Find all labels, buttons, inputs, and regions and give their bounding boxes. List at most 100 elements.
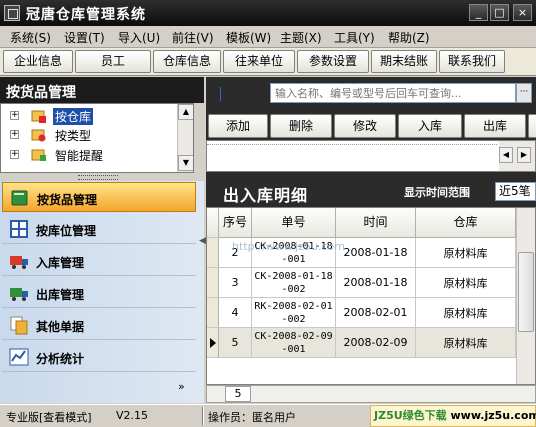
cell-warehouse: 原材料库 bbox=[416, 298, 516, 328]
collapse-panel-icon[interactable]: ◀ bbox=[199, 236, 207, 250]
book-icon bbox=[11, 190, 28, 206]
delete-button[interactable]: 删除 bbox=[270, 114, 332, 138]
table-scrollbar[interactable] bbox=[516, 208, 535, 384]
cell-warehouse: 原材料库 bbox=[416, 328, 516, 358]
goods-grid[interactable]: ◀ ▶ bbox=[206, 140, 536, 172]
menu-tools[interactable]: 工具(Y) bbox=[334, 29, 375, 46]
operator-status: 操作员：匿名用户 bbox=[208, 411, 296, 424]
nav-label: 分析统计 bbox=[36, 352, 85, 366]
warehouse-icon bbox=[31, 110, 46, 123]
menu-system[interactable]: 系统(S) bbox=[10, 29, 51, 46]
search-options-icon[interactable]: ··· bbox=[516, 83, 532, 103]
scroll-down-icon[interactable]: ▼ bbox=[178, 155, 193, 171]
window-title: 冠唐仓库管理系统 bbox=[26, 7, 146, 23]
cell-code: CK-2008-02-09 -001 bbox=[252, 328, 336, 358]
more-actions-button[interactable] bbox=[528, 114, 536, 138]
column-header-code[interactable]: 单号 bbox=[252, 208, 336, 238]
tree-item-smart-reminder[interactable]: + 智能提醒 bbox=[1, 146, 179, 164]
cell-no: 5 bbox=[219, 328, 252, 358]
expand-icon[interactable]: + bbox=[10, 150, 19, 159]
title-bar: 冠唐仓库管理系统 _ □ × bbox=[0, 0, 536, 26]
record-count: 5 bbox=[225, 386, 251, 402]
version-status: V2.15 bbox=[116, 409, 149, 422]
truck-in-icon bbox=[10, 256, 28, 269]
documents-icon bbox=[10, 316, 28, 335]
row-indicator bbox=[207, 298, 219, 328]
menu-import[interactable]: 导入(U) bbox=[118, 29, 160, 46]
menu-help[interactable]: 帮助(Z) bbox=[388, 29, 430, 46]
stock-movement-table: 序号 单号 时间 仓库 2 CK-2008-01-18 -001 2008-01-… bbox=[206, 207, 536, 385]
partners-button[interactable]: 往来单位 bbox=[223, 50, 295, 73]
edit-button[interactable]: 修改 bbox=[334, 114, 396, 138]
period-close-button[interactable]: 期末结账 bbox=[371, 50, 437, 73]
tree-item-by-warehouse[interactable]: + 按仓库 bbox=[1, 107, 179, 125]
search-bar: ··· bbox=[206, 77, 536, 109]
warehouse-info-button[interactable]: 仓库信息 bbox=[153, 50, 221, 73]
stock-in-button[interactable]: 入库 bbox=[398, 114, 462, 138]
time-range-select[interactable]: 近5笔 bbox=[495, 182, 536, 201]
tree-label: 智能提醒 bbox=[55, 149, 104, 163]
nav-label: 按库位管理 bbox=[36, 224, 97, 238]
cell-no: 3 bbox=[219, 268, 252, 298]
menu-bar: 系统(S) 设置(T) 导入(U) 前往(V) 模板(W) 主题(X) 工具(Y… bbox=[0, 26, 536, 48]
scrollbar-thumb[interactable] bbox=[518, 252, 534, 332]
nav-label: 按货品管理 bbox=[37, 193, 98, 207]
cell-no: 4 bbox=[219, 298, 252, 328]
cell-date: 2008-02-09 bbox=[336, 328, 416, 358]
row-indicator bbox=[207, 238, 219, 268]
scroll-up-icon[interactable]: ▲ bbox=[178, 104, 193, 120]
cell-warehouse: 原材料库 bbox=[416, 238, 516, 268]
column-header-no[interactable]: 序号 bbox=[219, 208, 252, 238]
minimize-button[interactable]: _ bbox=[469, 4, 488, 21]
panel-splitter[interactable] bbox=[0, 173, 204, 181]
nav-item-other-documents[interactable]: 其他单据 bbox=[2, 310, 196, 340]
menu-goto[interactable]: 前往(V) bbox=[172, 29, 214, 46]
app-icon bbox=[4, 5, 20, 21]
menu-template[interactable]: 模板(W) bbox=[226, 29, 271, 46]
nav-item-by-goods[interactable]: 按货品管理 bbox=[2, 182, 196, 212]
column-header-date[interactable]: 时间 bbox=[336, 208, 416, 238]
contact-us-button[interactable]: 联系我们 bbox=[439, 50, 505, 73]
current-row-arrow-icon bbox=[207, 328, 219, 358]
staff-button[interactable]: 员工 bbox=[75, 50, 151, 73]
cell-date: 2008-02-01 bbox=[336, 298, 416, 328]
header-indicator bbox=[207, 208, 219, 238]
cell-date: 2008-01-18 bbox=[336, 268, 416, 298]
menu-theme[interactable]: 主题(X) bbox=[280, 29, 322, 46]
add-button[interactable]: 添加 bbox=[208, 114, 268, 138]
nav-label: 入库管理 bbox=[36, 256, 85, 270]
download-watermark: JZ5U绿色下载 www.jz5u.com bbox=[370, 405, 536, 427]
tree-label: 按仓库 bbox=[53, 108, 94, 125]
chart-icon bbox=[9, 348, 29, 366]
edition-status: 专业版[查看模式] bbox=[6, 411, 92, 424]
stock-out-button[interactable]: 出库 bbox=[464, 114, 526, 138]
tree-item-by-type[interactable]: + 按类型 bbox=[1, 126, 179, 144]
cell-code: CK-2008-01-18 -002 bbox=[252, 268, 336, 298]
parameter-settings-button[interactable]: 参数设置 bbox=[297, 50, 369, 73]
company-info-button[interactable]: 企业信息 bbox=[3, 50, 73, 73]
watermark-url-overlay: http://www.jz5u.com bbox=[232, 240, 345, 253]
tree-label: 按类型 bbox=[55, 129, 92, 143]
expand-icon[interactable]: + bbox=[10, 111, 19, 120]
menu-settings[interactable]: 设置(T) bbox=[64, 29, 105, 46]
nav-item-analysis[interactable]: 分析统计 bbox=[2, 342, 196, 372]
truck-out-icon bbox=[10, 288, 28, 301]
maximize-button[interactable]: □ bbox=[490, 4, 509, 21]
module-navigation: 按货品管理 按库位管理 入库管理 出库管理 其他单据 分析统计 » bbox=[0, 181, 204, 403]
goods-grid-scrollbar[interactable]: ◀ ▶ bbox=[499, 141, 535, 171]
nav-item-by-location[interactable]: 按库位管理 bbox=[2, 214, 196, 244]
scroll-right-icon[interactable]: ▶ bbox=[517, 147, 531, 163]
search-input[interactable] bbox=[270, 83, 516, 103]
tree-scrollbar[interactable]: ▲ ▼ bbox=[177, 104, 193, 172]
close-button[interactable]: × bbox=[513, 4, 532, 21]
cell-code: RK-2008-02-01 -002 bbox=[252, 298, 336, 328]
section-title: 出入库明细 bbox=[223, 186, 309, 205]
row-indicator bbox=[207, 268, 219, 298]
nav-item-outbound[interactable]: 出库管理 bbox=[2, 278, 196, 308]
column-header-warehouse[interactable]: 仓库 bbox=[416, 208, 516, 238]
record-count-bar: 5 bbox=[206, 385, 536, 403]
scroll-left-icon[interactable]: ◀ bbox=[499, 147, 513, 163]
nav-more-icon[interactable]: » bbox=[178, 380, 185, 393]
expand-icon[interactable]: + bbox=[10, 130, 19, 139]
nav-item-inbound[interactable]: 入库管理 bbox=[2, 246, 196, 276]
